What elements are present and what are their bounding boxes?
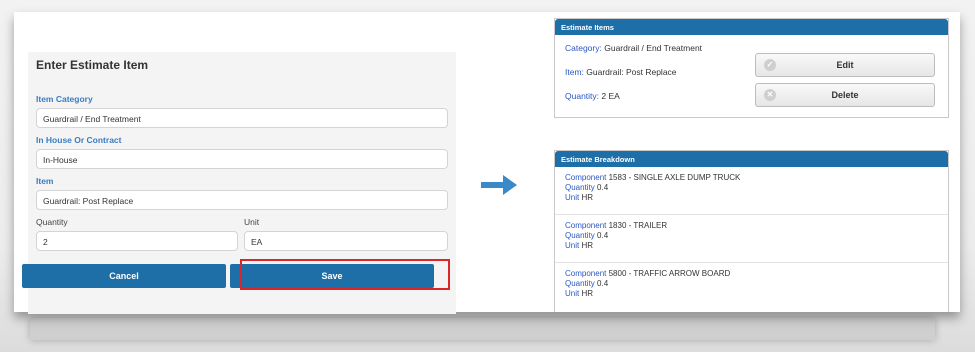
category-value: Guardrail / End Treatment xyxy=(604,43,703,53)
quantity-value: 2 EA xyxy=(601,91,620,101)
delete-label: Delete xyxy=(831,90,859,100)
category-key: Category: xyxy=(565,43,602,53)
quantity-value: 0.4 xyxy=(597,279,609,288)
unit-label: Unit xyxy=(244,217,260,227)
quantity-key: Quantity: xyxy=(565,91,600,101)
item-category-field[interactable]: Guardrail / End Treatment xyxy=(36,108,448,128)
item-category-label: Item Category xyxy=(36,94,93,104)
unit-value: HR xyxy=(581,289,594,298)
item-row: Item: Guardrail: Post Replace xyxy=(565,67,677,77)
quantity-value: 0.4 xyxy=(597,231,609,240)
edit-button[interactable]: ✓ Edit xyxy=(755,53,935,77)
breakdown-item: Component 1583 - SINGLE AXLE DUMP TRUCK … xyxy=(555,169,948,215)
unit-value: HR xyxy=(581,193,594,202)
component-key: Component xyxy=(565,173,607,182)
breakdown-item: Component 1830 - TRAILER Quantity 0.4 Un… xyxy=(555,217,948,263)
unit-key: Unit xyxy=(565,289,580,298)
x-circle-icon: ✕ xyxy=(764,89,776,101)
in-house-field[interactable]: In-House xyxy=(36,149,448,169)
delete-button[interactable]: ✕ Delete xyxy=(755,83,935,107)
component-key: Component xyxy=(565,221,607,230)
check-circle-icon: ✓ xyxy=(764,59,776,71)
component-value: 5800 - TRAFFIC ARROW BOARD xyxy=(608,269,731,278)
edit-label: Edit xyxy=(836,60,854,70)
form-title: Enter Estimate Item xyxy=(36,58,149,72)
estimate-breakdown-card: Estimate Breakdown Component 1583 - SING… xyxy=(554,150,949,312)
unit-key: Unit xyxy=(565,193,580,202)
unit-field[interactable]: EA xyxy=(244,231,448,251)
unit-key: Unit xyxy=(565,241,580,250)
component-value: 1830 - TRAILER xyxy=(608,221,668,230)
save-highlight-box xyxy=(240,259,450,290)
quantity-field[interactable]: 2 xyxy=(36,231,238,251)
estimate-items-card: Estimate Items Category: Guardrail / End… xyxy=(554,18,949,118)
bottom-shadow-band xyxy=(30,318,935,340)
quantity-label: Quantity xyxy=(36,217,68,227)
estimate-items-header: Estimate Items xyxy=(555,19,948,35)
quantity-key: Quantity xyxy=(565,279,595,288)
item-label: Item xyxy=(36,176,54,186)
right-arrow-icon xyxy=(481,175,517,195)
breakdown-item: Component 5800 - TRAFFIC ARROW BOARD Qua… xyxy=(555,265,948,311)
component-key: Component xyxy=(565,269,607,278)
cancel-button[interactable]: Cancel xyxy=(22,264,226,288)
category-row: Category: Guardrail / End Treatment xyxy=(565,43,702,53)
in-house-label: In House Or Contract xyxy=(36,135,122,145)
quantity-value: 0.4 xyxy=(597,183,609,192)
unit-value: HR xyxy=(581,241,594,250)
item-key: Item: xyxy=(565,67,584,77)
quantity-key: Quantity xyxy=(565,183,595,192)
component-value: 1583 - SINGLE AXLE DUMP TRUCK xyxy=(608,173,741,182)
quantity-key: Quantity xyxy=(565,231,595,240)
item-value: Guardrail: Post Replace xyxy=(586,67,677,77)
item-field[interactable]: Guardrail: Post Replace xyxy=(36,190,448,210)
estimate-breakdown-header: Estimate Breakdown xyxy=(555,151,948,167)
quantity-row: Quantity: 2 EA xyxy=(565,91,620,101)
screenshot-canvas: Enter Estimate Item Item Category Guardr… xyxy=(14,12,960,314)
